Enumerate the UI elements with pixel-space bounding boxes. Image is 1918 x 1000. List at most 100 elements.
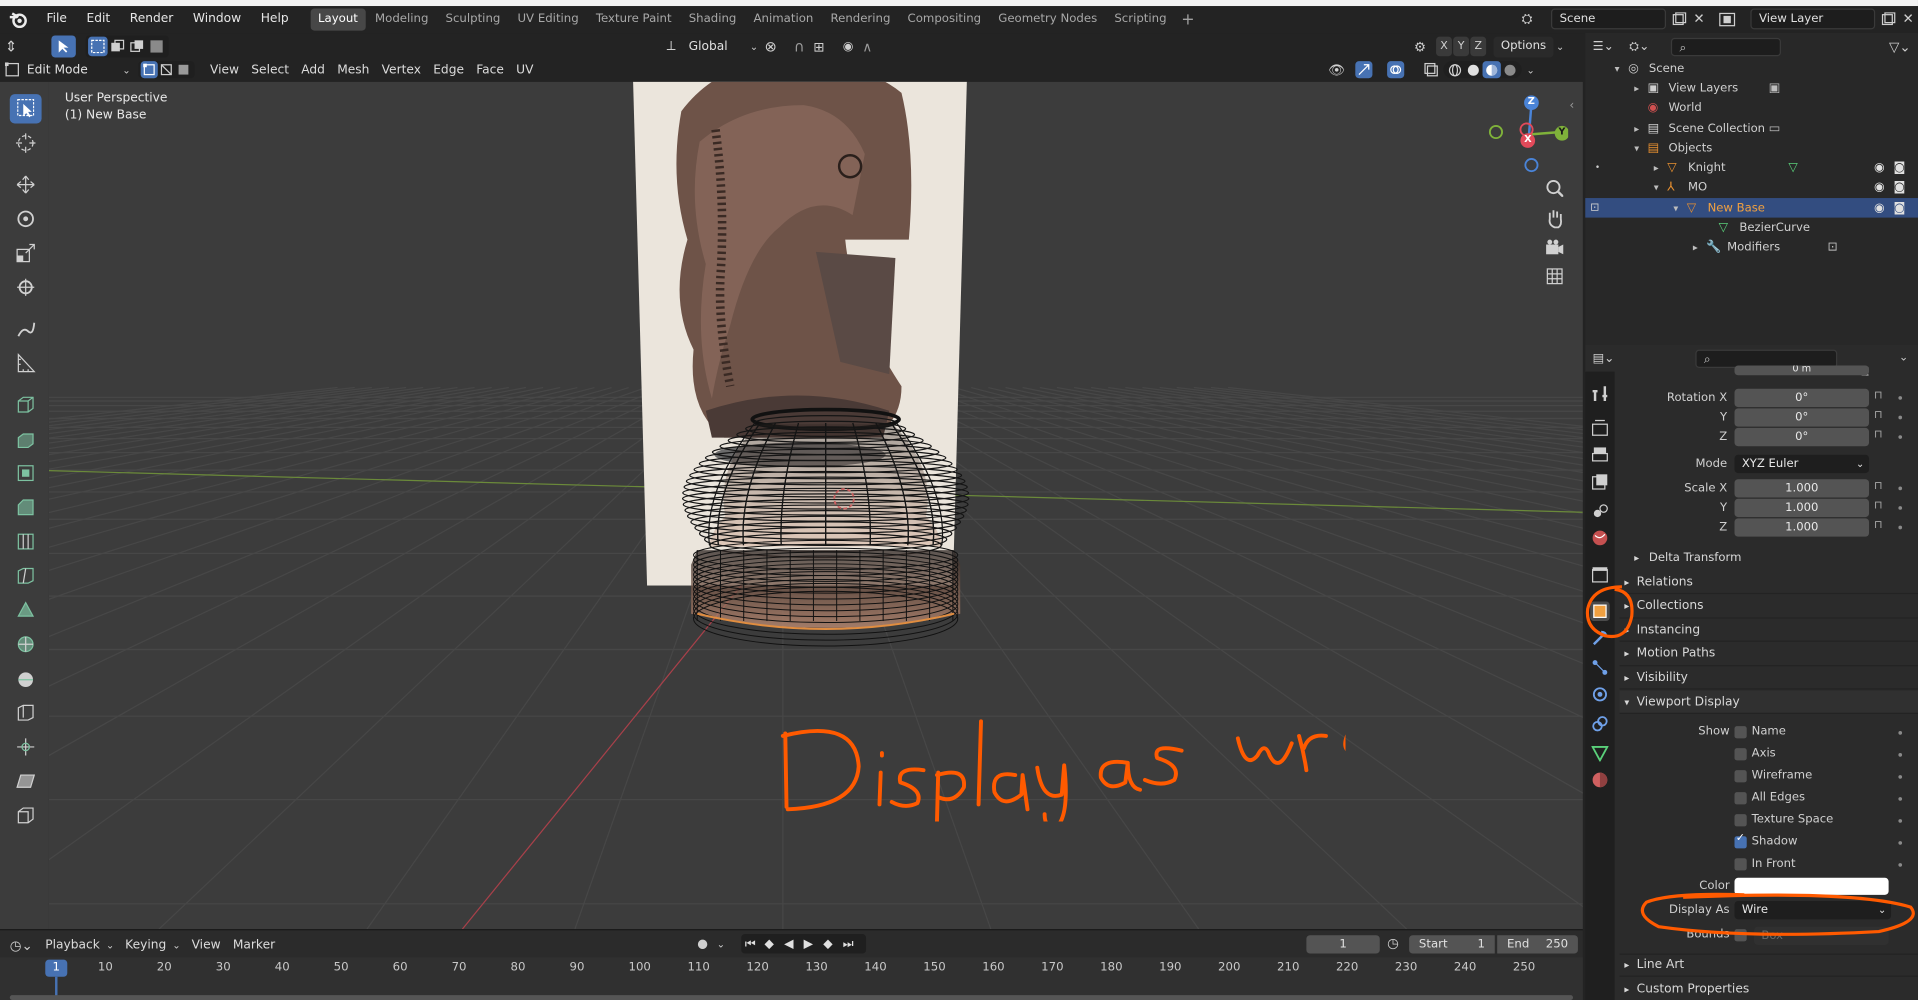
pivot-point-icon[interactable]: ⊗ <box>765 38 794 55</box>
tab-animation[interactable]: Animation <box>746 9 821 31</box>
select-tool-icon[interactable] <box>51 35 76 58</box>
tab-shading[interactable]: Shading <box>681 9 743 31</box>
smooth-tool-icon[interactable] <box>10 664 42 693</box>
zoom-icon[interactable] <box>1546 180 1564 197</box>
axis-z-toggle[interactable]: Z <box>1470 36 1487 57</box>
tab-uv-editing[interactable]: UV Editing <box>510 9 586 31</box>
mirror-icon[interactable]: ⚙ <box>1414 39 1436 55</box>
scale-field[interactable]: 1.000 <box>1734 479 1870 498</box>
expand-arrow-icon[interactable]: ▸ <box>1634 83 1639 94</box>
select-subtract-icon[interactable] <box>127 37 147 57</box>
lock-icon[interactable]: ⊓ <box>1874 480 1883 492</box>
rendered-shading-icon[interactable] <box>1501 61 1519 78</box>
eye-icon[interactable]: ◉ <box>1874 180 1885 193</box>
wireframe-shading-icon[interactable] <box>1446 61 1464 78</box>
outliner-row-scene[interactable]: ▾ ◎ Scene <box>1585 59 1918 79</box>
tab-scripting[interactable]: Scripting <box>1107 9 1174 31</box>
checkbox-texture-space[interactable] <box>1734 814 1747 827</box>
chevron-down-icon[interactable]: ⌄ <box>1527 64 1535 75</box>
view-layer-tab-icon[interactable] <box>1590 472 1610 492</box>
xray-icon[interactable] <box>1424 62 1444 77</box>
properties-editor-icon[interactable]: ▤⌄ <box>1593 351 1630 364</box>
keyframe-dot-icon[interactable] <box>1898 506 1903 510</box>
expand-arrow-icon[interactable]: ▾ <box>1615 63 1620 74</box>
inset-tool-icon[interactable] <box>10 458 42 487</box>
falloff-icon[interactable]: ∧ <box>862 39 882 55</box>
physics-tab-icon[interactable] <box>1590 685 1610 705</box>
menu-keying[interactable]: Keying <box>119 938 172 951</box>
checkbox-axis[interactable] <box>1734 748 1747 761</box>
outliner-row-new-base[interactable]: ⊡ ▾ ▽ New Base ◉ ◙ <box>1585 198 1918 218</box>
outliner-row-extra-icon[interactable]: ⊡ <box>1827 240 1837 253</box>
menu-select[interactable]: Select <box>245 63 295 76</box>
expand-arrow-icon[interactable]: ▸ <box>1634 123 1639 134</box>
keyframe-dot-icon[interactable] <box>1898 863 1903 867</box>
scene-tab-icon[interactable] <box>1590 501 1610 521</box>
outliner-display-icon[interactable]: ☰⌄ <box>1593 40 1630 53</box>
perspective-grid-icon[interactable] <box>1546 268 1563 285</box>
menu-file[interactable]: File <box>37 6 77 33</box>
outliner-row-extra-icon[interactable]: ▽ <box>1788 161 1797 174</box>
select-intersect-icon[interactable] <box>147 37 167 57</box>
location-z-field[interactable]: 0 m <box>1734 365 1870 376</box>
data-tab-icon[interactable] <box>1590 743 1610 763</box>
checkbox-shadow[interactable]: ✓ <box>1734 833 1747 849</box>
menu-playback[interactable]: Playback <box>39 938 106 951</box>
transform-tool-icon[interactable] <box>10 273 42 302</box>
annotate-tool-icon[interactable] <box>10 314 42 343</box>
outliner-row-modifiers[interactable]: ▸ 🔧 Modifiers ⊡ <box>1585 237 1918 257</box>
panel-toggle-icon[interactable]: ‹ <box>1569 99 1574 112</box>
prev-keyframe-icon[interactable]: ◆ <box>765 937 785 950</box>
snap-target-icon[interactable]: ⊞ <box>813 39 842 55</box>
menu-timeline-view[interactable]: View <box>185 938 226 951</box>
camera-icon[interactable]: ◙ <box>1894 201 1906 214</box>
face-select-icon[interactable] <box>175 61 192 78</box>
rotation-field[interactable]: 0° <box>1734 427 1870 447</box>
remove-view-layer-icon[interactable]: ✕ <box>1898 9 1918 29</box>
scale-field[interactable]: 1.000 <box>1734 518 1870 537</box>
chevron-down-icon[interactable]: ⌄ <box>1899 352 1908 364</box>
options-dropdown[interactable]: Options <box>1493 36 1554 57</box>
select-box-tool-icon[interactable] <box>9 94 42 124</box>
checkbox-name[interactable] <box>1734 726 1747 739</box>
expand-arrow-icon[interactable]: ▾ <box>1673 202 1678 213</box>
keyframe-dot-icon[interactable] <box>1898 775 1903 779</box>
select-new-icon[interactable] <box>88 36 108 57</box>
outliner-row-objects[interactable]: ▾ ▤ Objects <box>1585 138 1918 158</box>
keyframe-dot-icon[interactable] <box>1898 396 1903 400</box>
clock-icon[interactable]: ◷ <box>1387 935 1399 951</box>
loop-cut-tool-icon[interactable] <box>10 527 42 556</box>
lock-icon[interactable]: ⊓ <box>1874 390 1883 402</box>
menu-mesh[interactable]: Mesh <box>331 63 375 76</box>
navigation-gizmo[interactable]: Z Y X <box>1483 92 1569 178</box>
3d-viewport[interactable]: User Perspective (1) New Base Z Y X ‹ <box>48 81 1583 930</box>
render-tab-icon[interactable] <box>1590 418 1610 438</box>
proportional-edit-icon[interactable]: ◉ <box>843 40 863 53</box>
remove-scene-icon[interactable]: ✕ <box>1689 9 1709 29</box>
section-relations[interactable]: ▸ Relations <box>1619 571 1918 595</box>
rotate-tool-icon[interactable] <box>10 204 42 233</box>
select-extend-icon[interactable] <box>108 37 128 57</box>
material-tab-icon[interactable] <box>1590 770 1610 790</box>
visibility-icon[interactable]: 👁 <box>1328 62 1355 78</box>
tab-sculpting[interactable]: Sculpting <box>438 9 507 31</box>
scale-tool-icon[interactable] <box>10 238 42 267</box>
edge-select-icon[interactable] <box>157 61 174 78</box>
bevel-tool-icon[interactable] <box>10 493 42 522</box>
add-workspace-icon[interactable]: + <box>1176 10 1199 28</box>
lock-icon[interactable]: ⊓ <box>1874 500 1883 512</box>
axis-x-toggle[interactable]: X <box>1436 36 1452 57</box>
outliner-search-input[interactable]: ⌕ <box>1670 37 1781 56</box>
measure-tool-icon[interactable] <box>10 348 42 377</box>
current-frame-field[interactable]: 1 <box>1306 935 1380 954</box>
menu-face[interactable]: Face <box>470 63 510 76</box>
outliner-row-scene-collection[interactable]: ▸ ▤ Scene Collection ▭ <box>1585 119 1918 139</box>
timeline-scrollbar[interactable] <box>9 995 1574 1000</box>
transform-orientation-select[interactable]: Global <box>689 40 750 53</box>
timeline-editor-icon[interactable]: ◷⌄ <box>10 937 39 953</box>
shrink-fatten-tool-icon[interactable] <box>10 732 42 761</box>
expand-arrow-icon[interactable]: ▾ <box>1634 142 1639 153</box>
edge-slide-tool-icon[interactable] <box>10 698 42 727</box>
checkbox-all-edges[interactable] <box>1734 792 1747 805</box>
playhead[interactable]: 1 <box>45 959 68 977</box>
